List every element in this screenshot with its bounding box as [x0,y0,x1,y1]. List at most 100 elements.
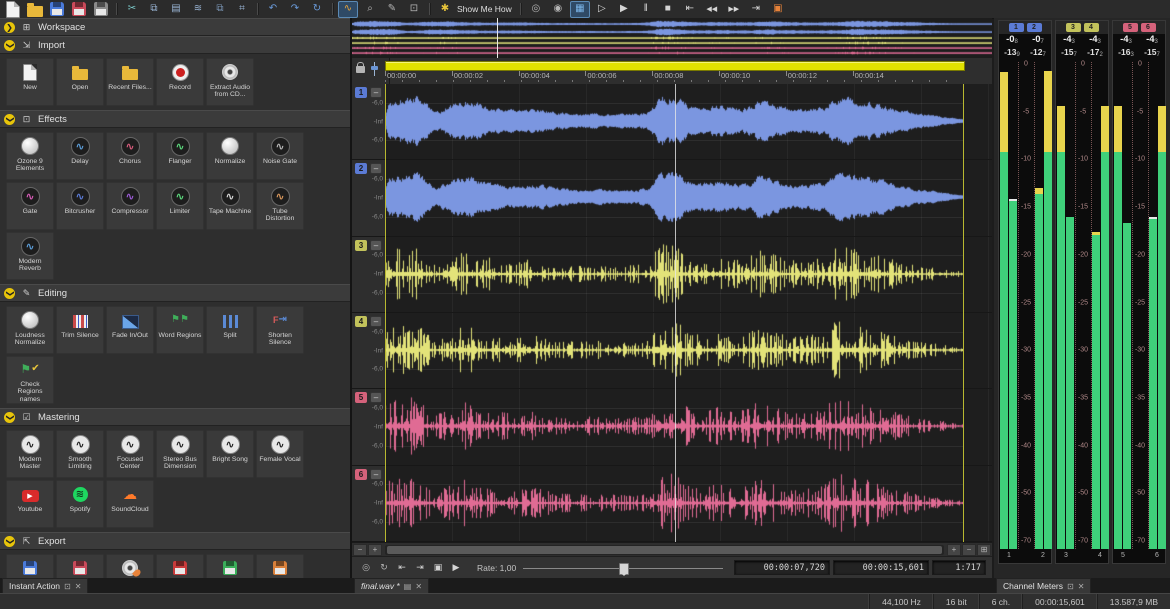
waveform-area-4[interactable] [385,313,992,388]
action-extract-audio-from-cd[interactable]: Extract Audio from CD... [206,58,254,106]
section-header-workspace[interactable]: ❯⊞Workspace [0,18,350,36]
spectral-editing-button[interactable]: ▦ [570,1,590,18]
action-limiter[interactable]: ∿Limiter [156,182,204,230]
channel-badge-1[interactable]: 1 [1009,23,1024,32]
go-to-end-button[interactable]: ⇥ [746,1,766,18]
time-ruler[interactable]: 00:00:0000:00:0200:00:0400:00:0600:00:08… [352,58,992,85]
action-spotify[interactable]: Spotify [206,554,254,578]
fader-icon[interactable] [370,62,379,76]
zoom-out-time-button[interactable]: − [353,544,367,556]
open-file-button[interactable] [25,1,45,18]
action-check-regions-names[interactable]: ⚑✔Check Regions names [6,356,54,404]
plugin-chain-button[interactable]: ◎ [526,1,546,18]
section-header-export[interactable]: ❮⇱Export [0,532,350,550]
action-tape-machine[interactable]: ∿Tape Machine [206,182,254,230]
channel-badge-2[interactable]: 2 [355,163,367,174]
play-button[interactable]: ▶ [448,560,464,575]
action-focused-center[interactable]: ∿Focused Center [106,430,154,478]
channel-badge-3[interactable]: 3 [355,240,367,251]
scrollbar-thumb[interactable] [387,546,942,554]
action-bitcrusher[interactable]: ∿Bitcrusher [56,182,104,230]
chevron-down-icon[interactable]: ❮ [4,412,15,423]
zoom-tool-button[interactable]: ⌕ [360,1,380,18]
action-chorus[interactable]: ∿Chorus [106,132,154,180]
forward-button[interactable]: ▶▶ [724,1,744,18]
channel-badge-4[interactable]: 4 [1084,23,1099,32]
minimize-channel-2-button[interactable]: – [370,163,382,174]
waveform-area-3[interactable] [385,237,992,312]
action-open[interactable]: Open [56,58,104,106]
channel-badge-1[interactable]: 1 [355,87,367,98]
action-shorten-silence[interactable]: F⇥Shorten Silence [256,306,304,354]
record-button[interactable]: ◎ [358,560,374,575]
action-tube-distortion[interactable]: ∿Tube Distortion [256,182,304,230]
channel-badge-3[interactable]: 3 [1066,23,1081,32]
channel-badge-5[interactable]: 5 [1123,23,1138,32]
section-header-import[interactable]: ❮⇲Import [0,36,350,54]
rate-slider[interactable] [523,561,723,575]
channel-badge-2[interactable]: 2 [1027,23,1042,32]
action-delay[interactable]: ∿Delay [56,132,104,180]
minimize-channel-5-button[interactable]: – [370,392,382,403]
zoom-in-button[interactable]: + [947,544,961,556]
new-file-button[interactable] [3,1,23,18]
action-ozone-9-elements[interactable]: Ozone 9 Elements [6,132,54,180]
play-button[interactable]: ▶ [614,1,634,18]
paste-button[interactable]: ▤ [166,1,186,18]
chevron-down-icon[interactable]: ❮ [4,114,15,125]
action-stereo-bus-dimension[interactable]: ∿Stereo Bus Dimension [156,430,204,478]
chevron-right-icon[interactable]: ❯ [4,22,15,33]
action-trim-silence[interactable]: Trim Silence [56,306,104,354]
file-overview[interactable] [352,18,992,59]
close-icon[interactable]: ✕ [75,582,82,591]
waveform-editor-button[interactable]: ∿ [338,1,358,18]
show-me-how-button[interactable]: ✱ [435,1,455,18]
minimize-channel-1-button[interactable]: – [370,87,382,98]
stop-button[interactable]: ▣ [430,560,446,575]
scrollbar-track[interactable] [385,545,944,555]
record-options-button[interactable]: ▣ [768,1,788,18]
zoom-out-button[interactable]: − [962,544,976,556]
minimize-channel-6-button[interactable]: – [370,469,382,480]
pencil-tool-button[interactable]: ✎ [382,1,402,18]
loop-playback-button[interactable]: ↻ [376,560,392,575]
action-modern-master[interactable]: ∿Modern Master [6,430,54,478]
action-word-regions[interactable]: ⚑⚑Word Regions [156,306,204,354]
tab-channel-meters[interactable]: Channel Meters ⊡ ✕ [996,578,1091,593]
minimize-channel-4-button[interactable]: – [370,316,382,327]
action-save[interactable]: Save [6,554,54,578]
action-split[interactable]: Split [206,306,254,354]
copy-button[interactable]: ⧉ [144,1,164,18]
action-noise-gate[interactable]: ∿Noise Gate [256,132,304,180]
action-smooth-limiting[interactable]: ∿Smooth Limiting [56,430,104,478]
play-all-button[interactable]: ▷ [592,1,612,18]
action-gate[interactable]: ∿Gate [6,182,54,230]
float-icon[interactable]: ⊡ [64,582,71,591]
action-compressor[interactable]: ∿Compressor [106,182,154,230]
tab-file-final-wav[interactable]: final.wav * ▤ ✕ [354,578,429,593]
section-header-editing[interactable]: ❮✎Editing [0,284,350,302]
action-spotify[interactable]: ≋Spotify [56,480,104,528]
repeat-button[interactable]: ↻ [307,1,327,18]
channel-badge-4[interactable]: 4 [355,316,367,327]
pause-button[interactable]: ‖ [636,1,656,18]
action-fade-in-out[interactable]: Fade In/Out [106,306,154,354]
chevron-down-icon[interactable]: ❮ [4,40,15,51]
zoom-fit-button[interactable]: ⊞ [977,544,991,556]
chevron-down-icon[interactable]: ❮ [4,536,15,547]
action-modern-reverb[interactable]: ∿Modern Reverb [6,232,54,280]
save-all-button[interactable] [91,1,111,18]
redo-button[interactable]: ↷ [285,1,305,18]
action-youtube[interactable]: ▶Youtube [6,480,54,528]
action-burn-cd[interactable]: Burn CD... [106,554,154,578]
action-female-vocal[interactable]: ∿Female Vocal [256,430,304,478]
save-as-button[interactable] [69,1,89,18]
action-flanger[interactable]: ∿Flanger [156,132,204,180]
action-soundcloud[interactable]: SoundCloud [256,554,304,578]
chevron-down-icon[interactable]: ❮ [4,288,15,299]
action-soundcloud[interactable]: ☁SoundCloud [106,480,154,528]
selection-bar[interactable] [385,61,965,71]
trim-button[interactable]: ✂ [122,1,142,18]
lock-icon[interactable] [356,66,365,73]
crop-button[interactable]: ⌗ [232,1,252,18]
